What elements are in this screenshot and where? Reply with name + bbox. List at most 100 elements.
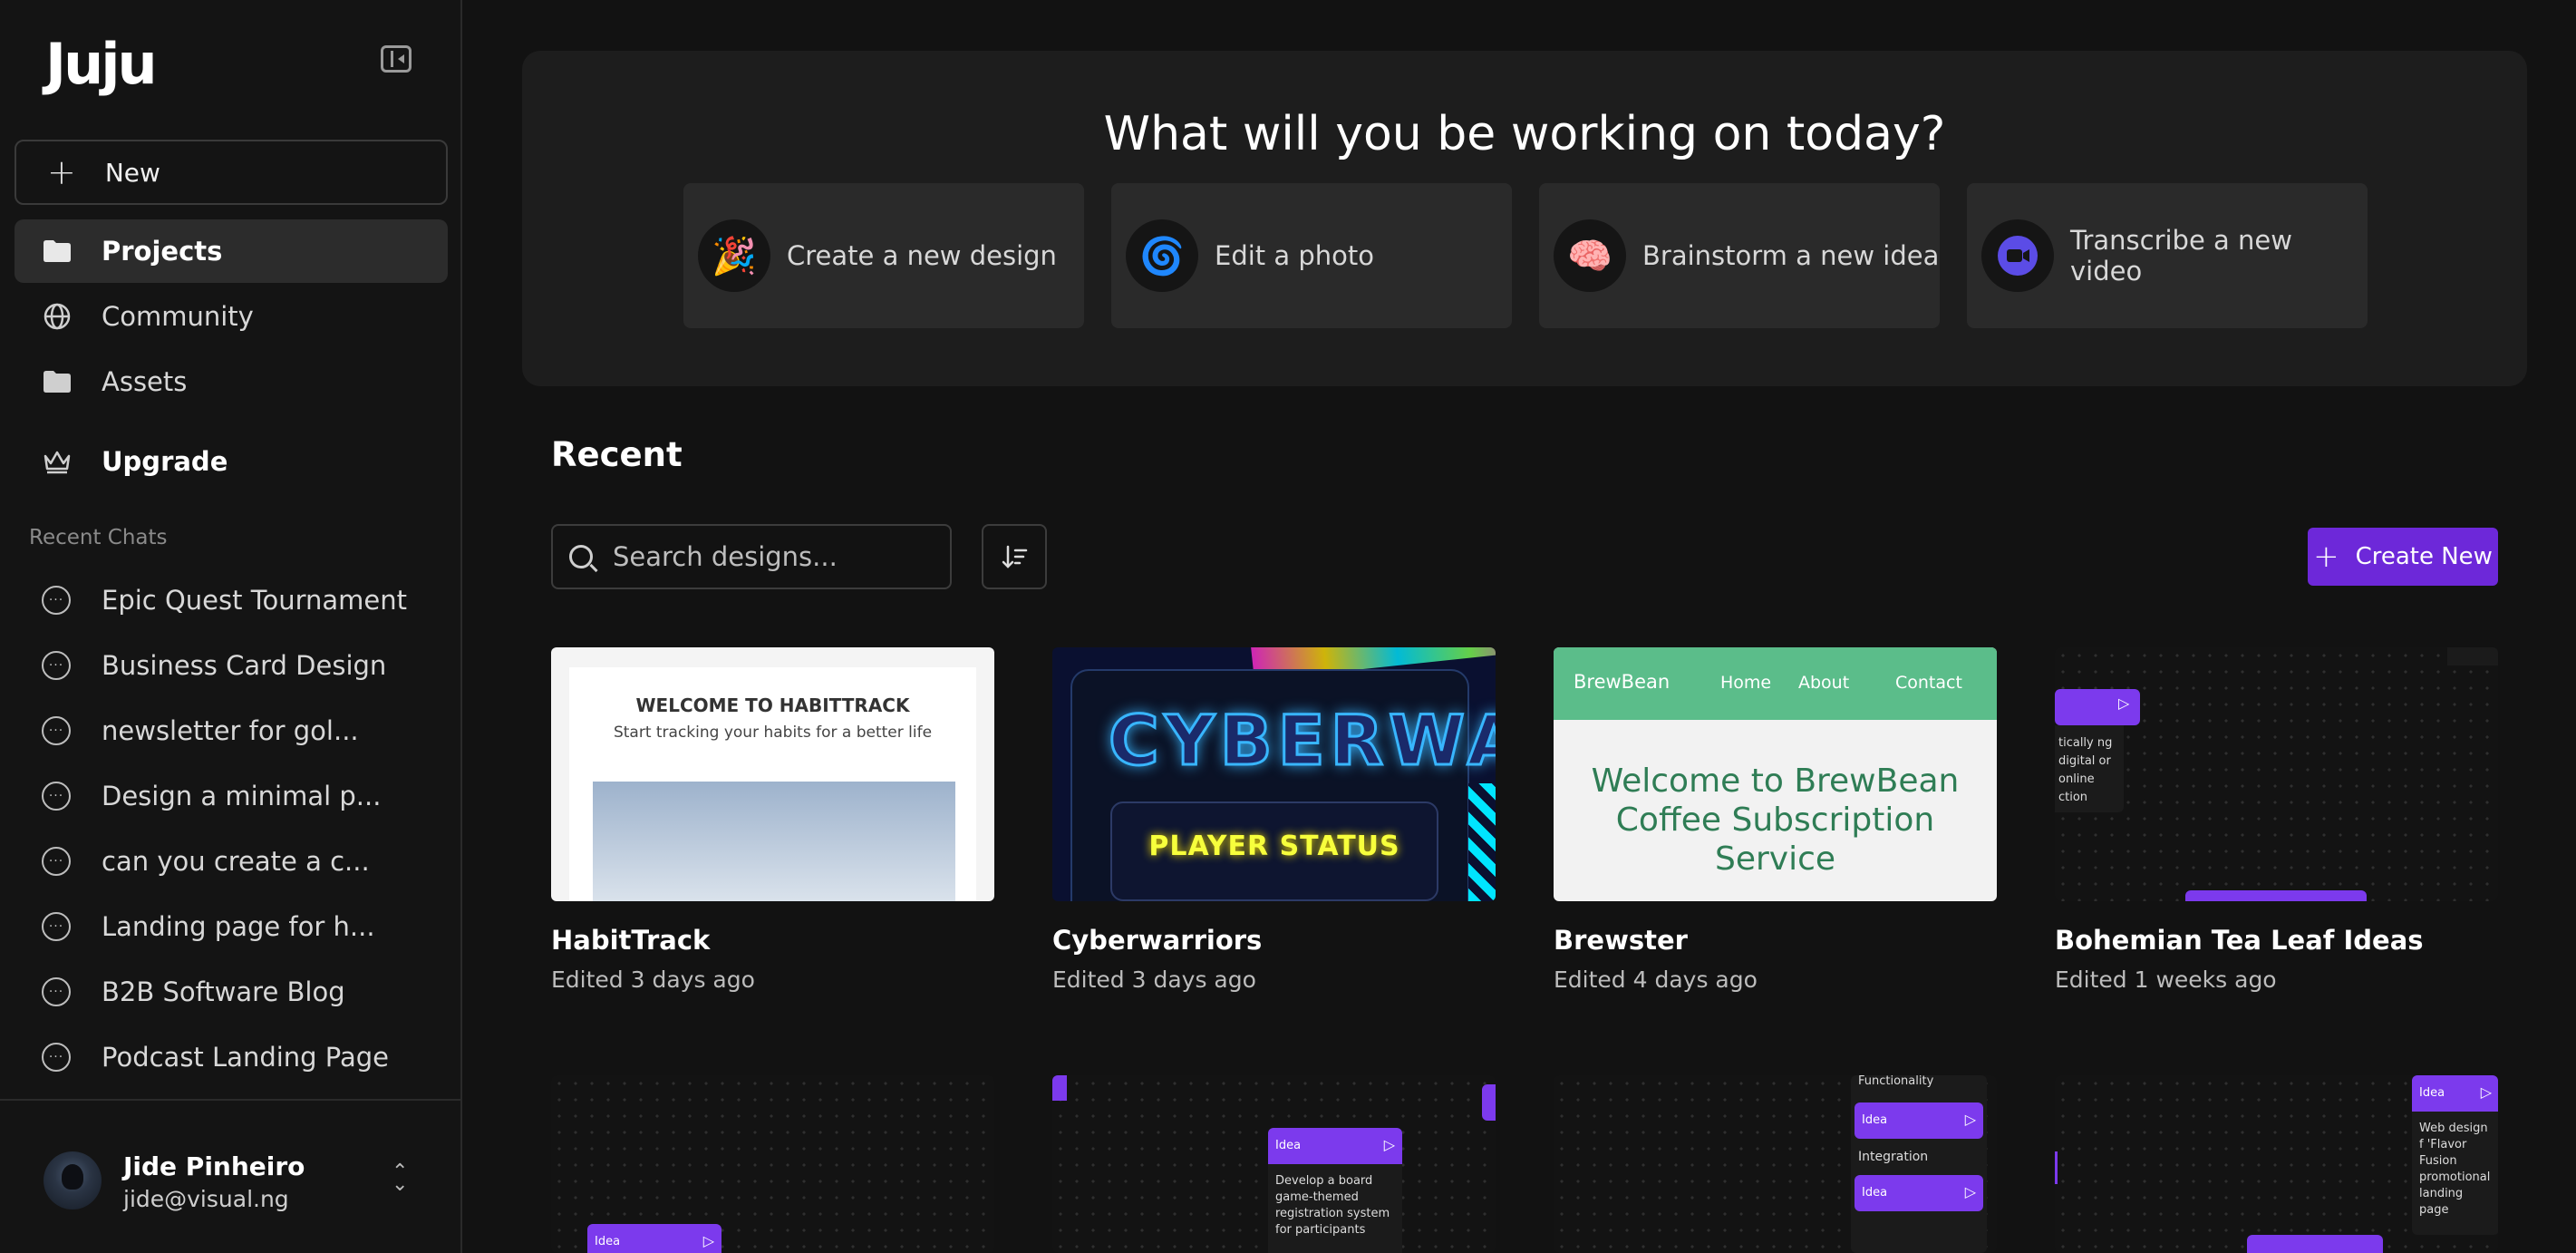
brainstorm-card[interactable]: 🧠 Brainstorm a new idea [1539, 183, 1940, 328]
board-item: Functionality [1858, 1075, 1934, 1088]
create-new-button[interactable]: + Create New [2308, 528, 2498, 586]
idea-node-label: Idea [1855, 1175, 1983, 1211]
sidebar-item-label: Upgrade [102, 446, 228, 477]
card-title[interactable]: Bohemian Tea Leaf Ideas [2055, 925, 2424, 956]
crown-icon [42, 446, 73, 477]
user-email: jide@visual.ng [123, 1186, 289, 1212]
chat-bubble-icon: ··· [42, 847, 71, 876]
new-button[interactable]: + New [15, 140, 448, 205]
create-design-card[interactable]: 🎉 Create a new design [683, 183, 1084, 328]
design-thumbnail-bohemian[interactable]: ▷ tically ng digital or online ction [2055, 647, 2498, 901]
sidebar-item-label: Assets [102, 366, 188, 397]
design-thumbnail-row2-2[interactable]: Idea Develop a board game-themed registr… [1052, 1075, 1496, 1253]
design-thumbnail-brewster[interactable]: BrewBean Home About Contact Welcome to B… [1554, 647, 1997, 901]
thumbnail-page: WELCOME TO HABITTRACK Start tracking you… [569, 667, 976, 901]
recent-chats-heading: Recent Chats [29, 526, 168, 549]
action-label: Brainstorm a new idea [1642, 240, 1940, 271]
sort-button[interactable] [982, 524, 1047, 589]
globe-icon [42, 301, 73, 332]
search-input[interactable] [613, 541, 939, 572]
chat-bubble-icon: ··· [42, 716, 71, 745]
idea-node-header [2185, 890, 2367, 901]
player-status-box: PLAYER STATUS [1110, 801, 1438, 901]
chat-bubble-icon: ··· [42, 977, 71, 1006]
card-edited: Edited 1 weeks ago [2055, 966, 2277, 993]
chat-item[interactable]: ··· Business Card Design [15, 638, 448, 693]
card-edited: Edited 3 days ago [1052, 966, 1256, 993]
action-label: Create a new design [787, 240, 1057, 271]
chevron-up-down-icon[interactable]: ⌃ ⌄ [392, 1162, 408, 1195]
node-connector [2055, 1151, 2058, 1184]
design-thumbnail-cyberwarriors[interactable]: CYBERWA PLAYER STATUS [1052, 647, 1496, 901]
chat-item[interactable]: ··· newsletter for gol... [15, 704, 448, 758]
sidebar-item-assets[interactable]: Assets [15, 350, 448, 413]
chat-bubble-icon: ··· [42, 782, 71, 811]
transcribe-video-card[interactable]: Transcribe a new video [1967, 183, 2368, 328]
design-thumbnail-row2-1[interactable]: Idea [551, 1075, 994, 1253]
thumbnail-subheading: Start tracking your habits for a better … [613, 724, 933, 742]
thumbnail-hero-text: Welcome to BrewBean Coffee Subscription … [1591, 762, 1960, 878]
design-thumbnail-habittrack[interactable]: WELCOME TO HABITTRACK Start tracking you… [551, 647, 994, 901]
idea-node-label: Idea [2412, 1075, 2498, 1112]
card-title[interactable]: Cyberwarriors [1052, 925, 1262, 956]
idea-node: Idea Web design f 'Flavor Fusion promoti… [2412, 1075, 2498, 1235]
user-menu[interactable]: Jide Pinheiro jide@visual.ng ⌃ ⌄ [0, 1099, 460, 1253]
sidebar: Juju + New Projects Community Assets Upg… [0, 0, 462, 1253]
idea-node: Idea [1855, 1175, 1983, 1211]
design-thumbnail-row2-4[interactable]: Idea Web design f 'Flavor Fusion promoti… [2055, 1075, 2498, 1253]
chat-item[interactable]: ··· B2B Software Blog [15, 965, 448, 1019]
thumbnail-heading: WELCOME TO HABITTRACK [635, 694, 910, 716]
app-logo[interactable]: Juju [45, 31, 158, 97]
chat-item-label: Landing page for h... [102, 911, 375, 942]
edit-photo-card[interactable]: 🌀 Edit a photo [1111, 183, 1512, 328]
sidebar-item-label: Projects [102, 236, 223, 267]
search-icon [569, 545, 593, 568]
thumbnail-logo: CYBERWA [1107, 699, 1496, 782]
neon-stripe [1468, 783, 1496, 901]
action-label: Transcribe a new video [2070, 225, 2292, 287]
spiral-icon: 🌀 [1126, 219, 1198, 292]
chat-item[interactable]: ··· Podcast Landing Page [15, 1030, 448, 1084]
video-camera-icon [1981, 219, 2054, 292]
design-thumbnail-row2-3[interactable]: Functionality Idea Integration Idea [1554, 1075, 1997, 1253]
chat-bubble-icon: ··· [42, 912, 71, 941]
folder-icon [42, 236, 73, 267]
avatar [44, 1151, 102, 1209]
idea-node-header [2247, 1235, 2383, 1253]
idea-node-body: tically ng digital or online ction [2055, 725, 2124, 812]
card-title[interactable]: Brewster [1554, 925, 1688, 956]
chat-item-label: Epic Quest Tournament [102, 585, 408, 616]
chat-bubble-icon: ··· [42, 651, 71, 680]
idea-node: Idea [1855, 1102, 1983, 1139]
chat-item[interactable]: ··· Epic Quest Tournament [15, 573, 448, 627]
search-field[interactable] [551, 524, 952, 589]
board-column: Functionality Idea Integration Idea [1851, 1075, 1987, 1253]
chat-item-label: Business Card Design [102, 650, 387, 681]
sidebar-item-label: Community [102, 301, 254, 332]
thumbnail-nav-about: About [1798, 673, 1850, 693]
chat-item[interactable]: ··· Design a minimal p... [15, 769, 448, 823]
card-title[interactable]: HabitTrack [551, 925, 710, 956]
thumbnail-nav-home: Home [1720, 673, 1772, 693]
thumbnail-brand: BrewBean [1574, 671, 1671, 693]
user-name: Jide Pinheiro [123, 1151, 305, 1181]
sidebar-item-projects[interactable]: Projects [15, 219, 448, 283]
chat-item[interactable]: ··· can you create a c... [15, 834, 448, 889]
card-edited: Edited 3 days ago [551, 966, 755, 993]
hero-title: What will you be working on today? [1103, 107, 1946, 161]
sidebar-item-community[interactable]: Community [15, 285, 448, 348]
thumbnail-nav-contact: Contact [1895, 673, 1962, 693]
collapse-sidebar-icon[interactable] [381, 45, 412, 73]
chat-item[interactable]: ··· Landing page for h... [15, 899, 448, 954]
card-edited: Edited 4 days ago [1554, 966, 1758, 993]
idea-node-header [1052, 1075, 1067, 1101]
hero-panel: What will you be working on today? 🎉 Cre… [522, 51, 2527, 386]
new-button-label: New [104, 157, 160, 188]
idea-node-label: Idea [587, 1224, 721, 1253]
idea-node-header [1482, 1084, 1496, 1121]
chat-bubble-icon: ··· [42, 586, 71, 615]
idea-node-label: Idea [1855, 1102, 1983, 1139]
sidebar-item-upgrade[interactable]: Upgrade [15, 430, 448, 493]
idea-node: Idea Develop a board game-themed registr… [1268, 1128, 1402, 1253]
plus-icon: + [47, 152, 76, 192]
